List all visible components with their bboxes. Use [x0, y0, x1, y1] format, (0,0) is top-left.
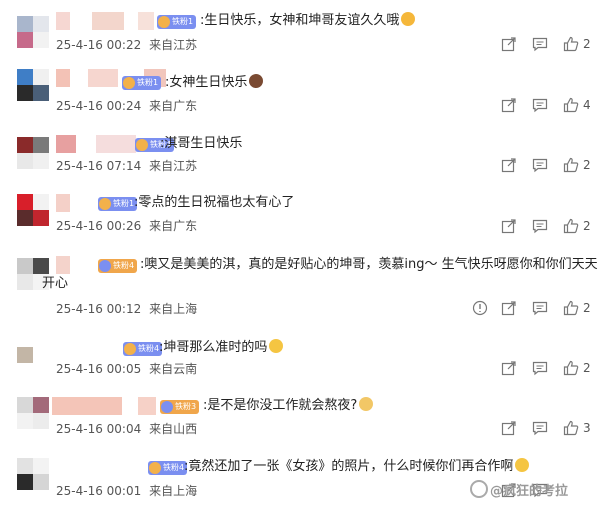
party-emoji-icon — [401, 12, 416, 26]
share-icon[interactable] — [501, 218, 517, 234]
share-icon[interactable] — [501, 157, 517, 173]
like-count: 2 — [583, 37, 591, 51]
comment-icon[interactable] — [532, 300, 548, 316]
share-icon[interactable] — [501, 420, 517, 436]
fan-badge: 铁粉3 — [160, 400, 200, 414]
comment-icon[interactable] — [532, 218, 548, 234]
thumbs-up-icon[interactable] — [563, 157, 579, 173]
fan-badge: 铁粉4 — [148, 461, 188, 475]
like-count: 4 — [583, 98, 591, 112]
share-icon[interactable] — [501, 97, 517, 113]
badge-icon — [136, 139, 148, 151]
report-icon[interactable] — [472, 300, 488, 316]
comment-text: :淇哥生日快乐 — [160, 136, 243, 151]
fan-badge: 铁粉4 — [98, 259, 138, 273]
thumbs-up-icon[interactable] — [563, 97, 579, 113]
watermark: @疯狂的考拉 — [470, 480, 568, 499]
like-count: 3 — [583, 421, 591, 435]
thumbs-up-icon[interactable] — [563, 218, 579, 234]
comment-text: :生日快乐，女神和坤哥友谊久久哦 — [200, 12, 416, 30]
watermark-logo-icon — [470, 480, 488, 498]
comment-text: :噢又是美美的淇，真的是好贴心的坤哥，羡慕ing～ 生气快乐呀愿你和你们天天 — [140, 257, 598, 272]
badge-icon — [124, 343, 136, 355]
fan-badge: 铁粉1 — [157, 15, 197, 29]
username-blurred[interactable] — [56, 135, 146, 153]
share-icon[interactable] — [501, 36, 517, 52]
share-icon[interactable] — [501, 360, 517, 376]
thumbs-up-icon[interactable] — [563, 36, 579, 52]
comment-text: :坤哥那么准时的吗 — [159, 339, 284, 357]
thumbs-up-icon[interactable] — [563, 420, 579, 436]
comment-icon[interactable] — [532, 420, 548, 436]
share-icon[interactable] — [501, 300, 517, 316]
comment-text: :竟然还加了一张《女孩》的照片，什么时候你们再合作啊 — [184, 458, 530, 476]
comment-icon[interactable] — [532, 157, 548, 173]
thumbs-up-icon[interactable] — [563, 360, 579, 376]
badge-icon — [158, 16, 170, 28]
comment-icon[interactable] — [532, 97, 548, 113]
comment-text: :是不是你没工作就会熬夜? — [203, 397, 374, 415]
thumbs-up-icon[interactable] — [563, 300, 579, 316]
comment-icon[interactable] — [532, 36, 548, 52]
smile-emoji-icon — [515, 458, 530, 472]
like-count: 2 — [583, 219, 591, 233]
fan-badge: 铁粉1 — [98, 197, 138, 211]
username-blurred[interactable] — [56, 12, 156, 30]
cake-emoji-icon — [249, 74, 264, 88]
like-count: 2 — [583, 301, 591, 315]
username-blurred[interactable] — [52, 397, 172, 415]
badge-icon — [99, 198, 111, 210]
comment-icon[interactable] — [532, 360, 548, 376]
comment-actions: 3 — [0, 420, 600, 436]
like-count: 2 — [583, 158, 591, 172]
badge-icon — [123, 77, 135, 89]
fan-badge: 铁粉1 — [122, 76, 162, 90]
comment-actions: 2 — [0, 36, 600, 52]
username-blurred[interactable] — [56, 256, 96, 274]
comment-text: :零点的生日祝福也太有心了 — [134, 195, 295, 210]
fan-badge: 铁粉4 — [123, 342, 163, 356]
badge-icon — [161, 401, 173, 413]
like-count: 2 — [583, 361, 591, 375]
comment-actions: 2 — [0, 218, 600, 234]
comment-text: :女神生日快乐 — [165, 74, 264, 92]
cat-emoji-icon — [359, 397, 374, 411]
comment-actions: 2 — [0, 360, 600, 376]
comment-actions: 4 — [0, 97, 600, 113]
badge-icon — [149, 462, 161, 474]
laugh-emoji-icon — [269, 339, 284, 353]
comment-actions: 2 — [0, 157, 600, 173]
badge-icon — [99, 260, 111, 272]
comment-actions: 2 — [0, 300, 600, 316]
comment-text-continued: 开心 — [42, 276, 69, 291]
